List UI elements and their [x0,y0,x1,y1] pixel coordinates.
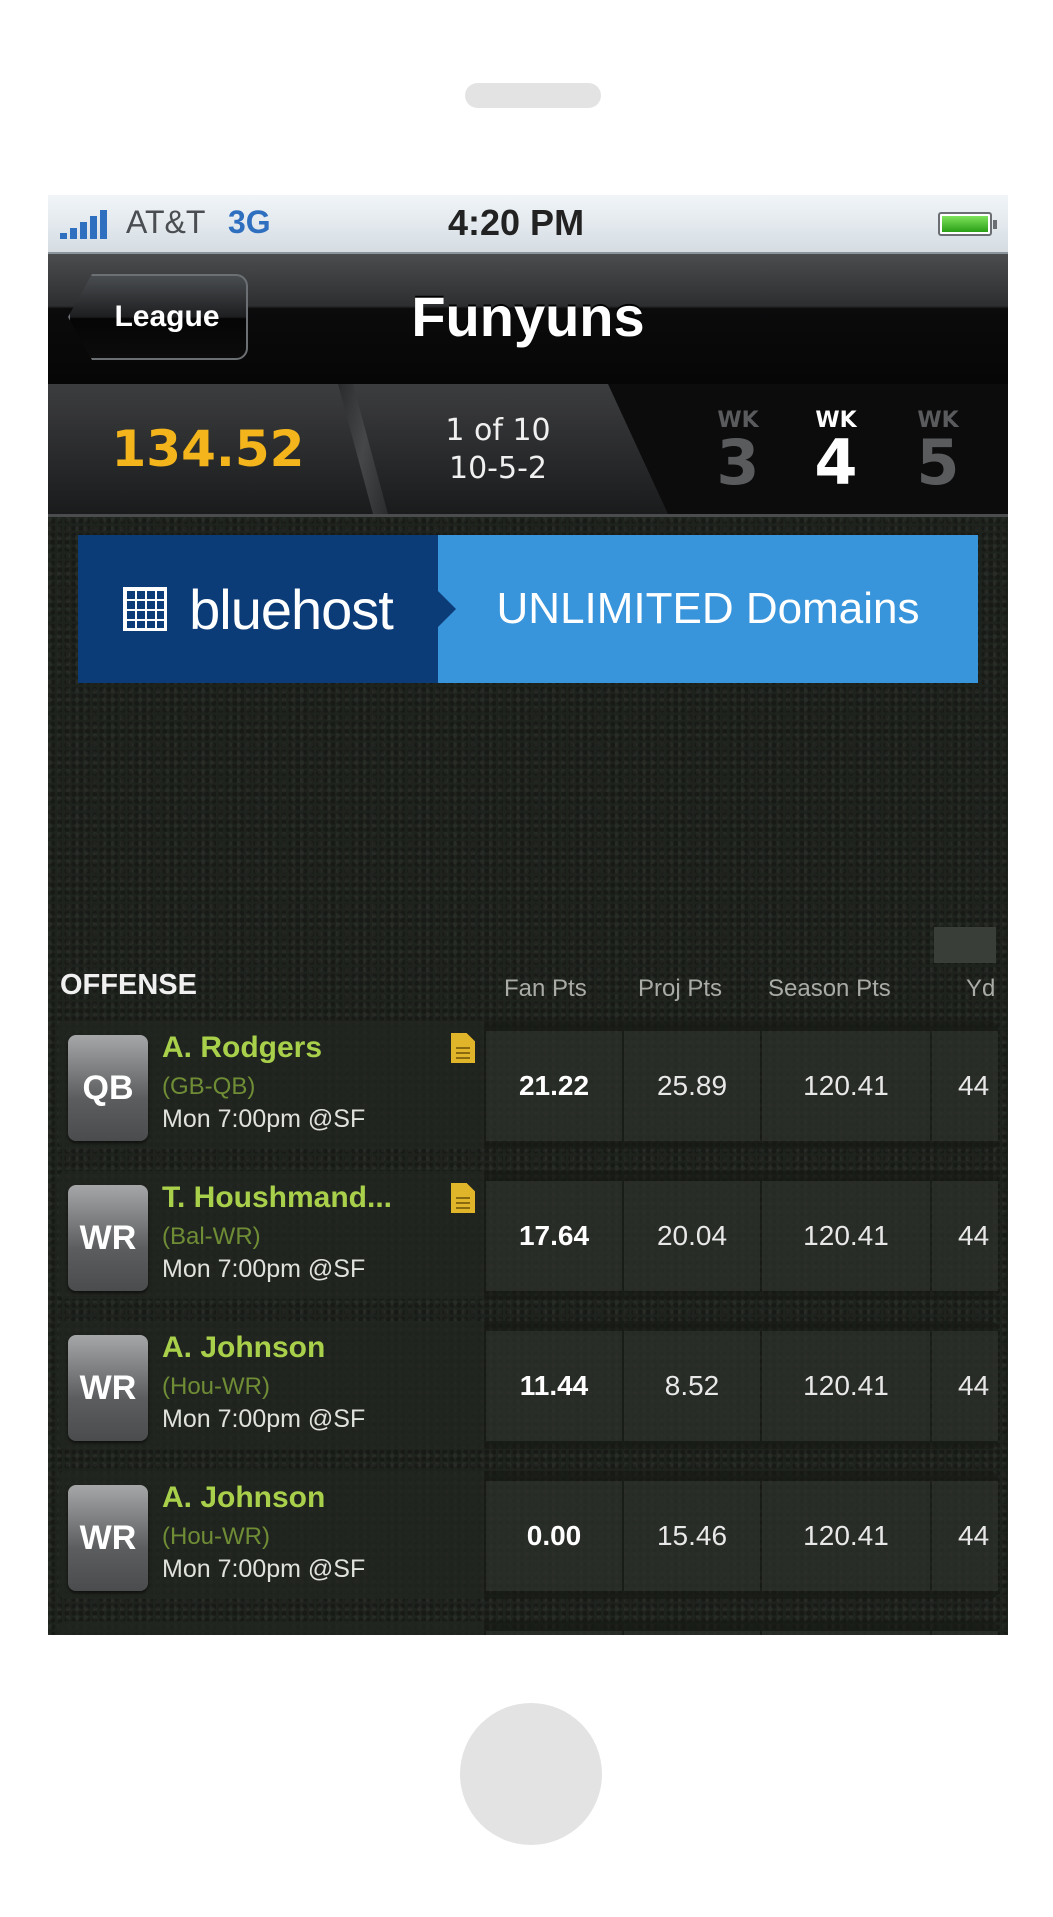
player-team: (Bal-WR) [162,1223,261,1250]
ad-brand-panel: bluehost [78,535,456,683]
week-selector[interactable]: WK 3 WK 4 WK 5 [608,384,1008,514]
season-pts-cell: 120.41 [762,1031,930,1141]
network-type: 3G [228,204,271,240]
advertisement-banner[interactable]: bluehost UNLIMITED Domains [78,535,978,683]
team-rank: 1 of 10 [445,413,551,448]
battery-icon [938,212,997,236]
position-badge: WR [68,1185,148,1291]
game-time: Mon 7:00pm @SF [162,1555,366,1583]
season-pts-cell: 120.41 [762,1181,930,1291]
week-number: 3 [716,426,760,499]
player-team: (Hou-WR) [162,1523,270,1550]
table-row[interactable]: RBA. Johnson(Hou-WR)Mon 7:00pm @SF198.54… [58,1621,998,1635]
column-header-proj-pts[interactable]: Proj Pts [638,975,722,1003]
proj-pts-cell: 8.52 [624,1331,760,1441]
week-4-button[interactable]: WK 4 [796,408,876,499]
yards-cell: 44 [932,1331,998,1441]
home-button[interactable] [460,1703,602,1845]
player-note-icon[interactable] [451,1183,475,1213]
team-score: 134.52 [111,420,305,478]
season-pts-cell: 120.41 [762,1631,930,1635]
section-heading: OFFENSE [60,969,197,1001]
yards-cell: 44 [932,1481,998,1591]
game-time: Mon 7:00pm @SF [162,1105,366,1133]
player-name[interactable]: A. Rodgers [162,1031,322,1065]
team-record: 10-5-2 [449,451,547,486]
ad-arrow-icon [438,591,456,627]
proj-pts-cell: 20.04 [624,1181,760,1291]
week-3-button[interactable]: WK 3 [698,408,778,499]
fan-pts-cell: 198.54 [486,1631,622,1635]
proj-pts-cell: 168.16 [624,1631,760,1635]
player-name[interactable]: A. Johnson [162,1481,325,1515]
grid-logo-icon [123,587,168,631]
roster-content[interactable]: bluehost UNLIMITED Domains OFFENSE Fan P… [48,517,1008,1635]
game-time: Mon 7:00pm @SF [162,1405,366,1433]
player-cell[interactable]: QB A. Rodgers (GB-QB) Mon 7:00pm @SF [58,1021,484,1149]
table-row[interactable]: WR A. Johnson (Hou-WR) Mon 7:00pm @SF 11.44 8… [58,1321,998,1449]
column-header-season-pts[interactable]: Season Pts [768,975,891,1003]
ad-tagline: UNLIMITED Domains [438,535,978,683]
position-badge: QB [68,1035,148,1141]
player-name[interactable]: T. Houshmand... [162,1181,392,1215]
table-row[interactable]: WR A. Johnson (Hou-WR) Mon 7:00pm @SF 0.00 15… [58,1471,998,1599]
clock: 4:20 PM [448,202,585,243]
carrier-name: AT&T [126,204,206,240]
table-row[interactable]: QB A. Rodgers (GB-QB) Mon 7:00pm @SF 21.22 25… [58,1021,998,1149]
fan-pts-cell: 11.44 [486,1331,622,1441]
player-cell[interactable]: WR T. Houshmand... (Bal-WR) Mon 7:00pm @SF [58,1171,484,1299]
proj-pts-cell: 15.46 [624,1481,760,1591]
player-team: (Hou-WR) [162,1373,270,1400]
player-cell[interactable]: WR A. Johnson (Hou-WR) Mon 7:00pm @SF [58,1471,484,1599]
navigation-bar: League Funyuns [48,254,1008,384]
page-title: Funyuns [411,285,645,348]
team-standing: 1 of 10 10-5-2 [378,412,618,488]
player-name[interactable]: A. Johnson [162,1631,325,1635]
phone-screen: AT&T 3G 4:20 PM League Funyuns 134.52 1 … [48,195,1008,1635]
player-team: (GB-QB) [162,1073,256,1100]
player-cell[interactable]: WR A. Johnson (Hou-WR) Mon 7:00pm @SF [58,1321,484,1449]
game-time: Mon 7:00pm @SF [162,1255,366,1283]
score-bar: 134.52 1 of 10 10-5-2 WK 3 WK 4 WK 5 [48,384,1008,517]
position-badge: WR [68,1335,148,1441]
yards-cell: 44 [932,1631,998,1635]
player-cell[interactable]: RBA. Johnson(Hou-WR)Mon 7:00pm @SF [58,1621,484,1635]
player-note-icon[interactable] [451,1033,475,1063]
column-header-yards[interactable]: Yd [966,975,995,1003]
phone-speaker [465,83,601,108]
week-number: 5 [916,426,960,499]
week-number: 4 [814,426,858,499]
table-row[interactable]: WR T. Houshmand... (Bal-WR) Mon 7:00pm @SF 1… [58,1171,998,1299]
column-header-fan-pts[interactable]: Fan Pts [504,975,587,1003]
signal-strength-icon [60,209,116,239]
ad-brand-name: bluehost [189,577,394,641]
season-pts-cell: 120.41 [762,1481,930,1591]
fan-pts-cell: 0.00 [486,1481,622,1591]
week-5-button[interactable]: WK 5 [898,408,978,499]
scroll-indicator [934,927,996,963]
yards-cell: 44 [932,1031,998,1141]
proj-pts-cell: 25.89 [624,1031,760,1141]
fan-pts-cell: 21.22 [486,1031,622,1141]
fan-pts-cell: 17.64 [486,1181,622,1291]
status-bar: AT&T 3G 4:20 PM [48,195,1008,254]
back-button[interactable]: League [68,274,248,360]
player-name[interactable]: A. Johnson [162,1331,325,1365]
position-badge: WR [68,1485,148,1591]
yards-cell: 44 [932,1181,998,1291]
season-pts-cell: 120.41 [762,1331,930,1441]
